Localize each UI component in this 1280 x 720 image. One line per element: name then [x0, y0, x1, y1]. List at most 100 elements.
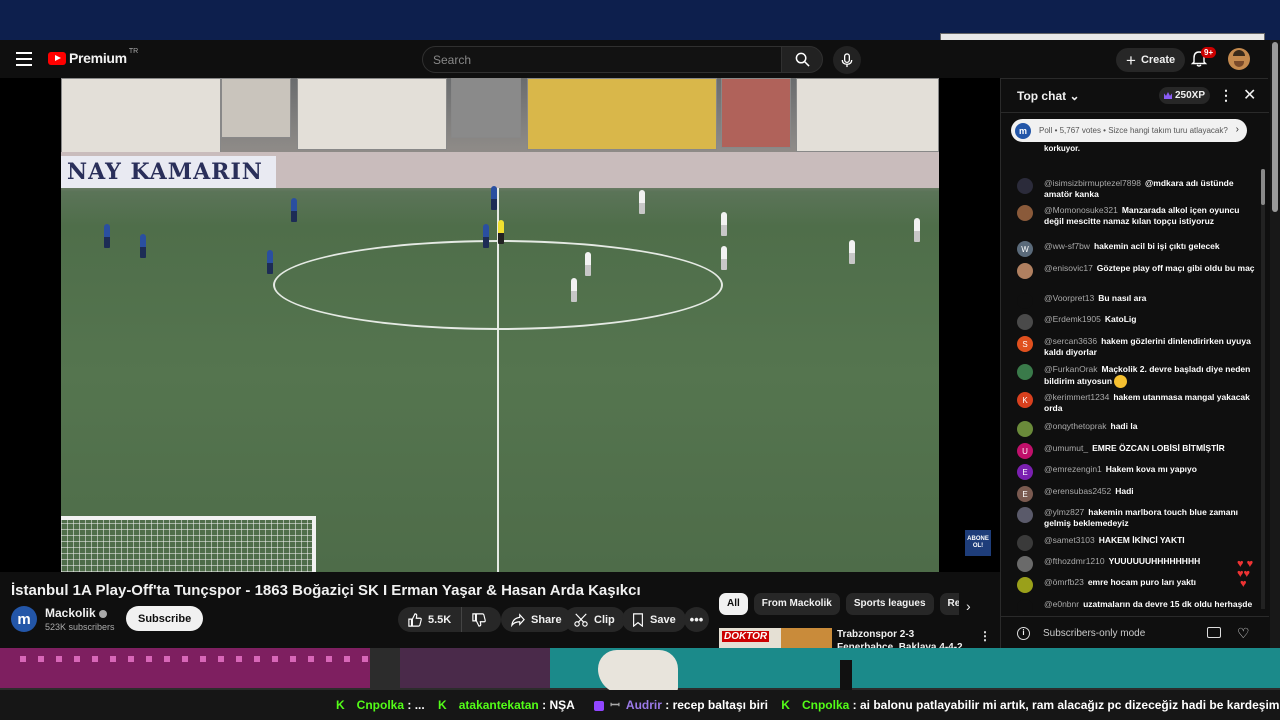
super-chat-icon[interactable] [1207, 627, 1221, 638]
chat-message: @Erdemk1905 KatoLig [1017, 314, 1257, 330]
chat-message: E @emrezengin1 Hakem kova mı yapıyo [1017, 464, 1257, 480]
clip-button[interactable]: Clip [564, 607, 625, 632]
recommended-title[interactable]: Trabzonspor 2-3 Fenerbahçe, Baklava 4-4-… [837, 628, 967, 650]
clip-label: Clip [594, 613, 615, 626]
like-button[interactable]: 5.5K [398, 607, 463, 632]
chat-menu-icon[interactable]: ⋮ [1219, 87, 1233, 104]
chat-author-avatar[interactable] [1017, 556, 1033, 572]
chat-author-avatar[interactable] [1017, 178, 1033, 194]
chat-author-avatar[interactable] [1017, 263, 1033, 279]
chat-author-avatar[interactable] [1017, 421, 1033, 437]
chat-author-avatar[interactable] [1017, 535, 1033, 551]
player-figure [267, 250, 273, 274]
xp-badge[interactable]: 250XP [1159, 87, 1211, 104]
like-dislike-group: 5.5K [398, 607, 501, 632]
ticker-author: atakantekatan [458, 698, 539, 712]
chat-mode-dropdown[interactable]: Top chat ⌄ [1017, 89, 1080, 103]
chat-author-avatar[interactable]: K [1017, 392, 1033, 408]
chat-author[interactable]: @e0nbnr [1044, 599, 1079, 609]
scissors-icon [574, 612, 588, 627]
chat-message: @FurkanOrak Maçkolik 2. devre başladı diy… [1017, 364, 1257, 388]
channel-avatar[interactable]: m [11, 606, 37, 632]
share-button[interactable]: Share [501, 607, 572, 632]
chat-author[interactable]: @Erdemk1905 [1044, 314, 1101, 324]
chat-message: @isimsizbirmuptezel7898 @mdkara adı üstün… [1017, 178, 1257, 200]
player-figure [585, 252, 591, 276]
chip-related[interactable]: Relate [939, 593, 959, 615]
chat-author-avatar[interactable] [1017, 205, 1033, 221]
channel-name-row[interactable]: Mackolik [45, 606, 107, 620]
chat-author[interactable]: @Voorpret13 [1044, 293, 1094, 303]
chat-author-avatar[interactable] [1017, 507, 1033, 523]
more-actions-button[interactable]: ••• [684, 607, 709, 632]
ticker-text: NŞA [549, 698, 575, 712]
recommended-thumbnail[interactable]: DOKTOR [719, 628, 832, 650]
chat-author[interactable]: @onqythetoprak [1044, 421, 1107, 431]
chat-text: Bu nasıl ara [1098, 293, 1147, 303]
chat-author-avatar[interactable] [1017, 293, 1033, 309]
player-figure [721, 212, 727, 236]
chat-author-avatar[interactable] [1017, 314, 1033, 330]
chat-message: E @erensubas2452 Hadi [1017, 486, 1257, 502]
chat-author-avatar[interactable]: E [1017, 464, 1033, 480]
building [221, 78, 291, 138]
country-code: TR [128, 47, 139, 55]
video-player[interactable]: NAY KAMARIN ABONE OL! [0, 78, 1000, 572]
subscribe-overlay-badge[interactable]: ABONE OL! [965, 530, 991, 556]
chat-author[interactable]: @isimsizbirmuptezel7898 [1044, 178, 1141, 188]
chip-sports-leagues[interactable]: Sports leagues [845, 593, 934, 615]
voice-search-button[interactable] [833, 46, 861, 74]
twitch-icon [594, 700, 605, 711]
chat-author-avatar[interactable]: S [1017, 336, 1033, 352]
chat-author-avatar[interactable] [1017, 599, 1033, 615]
player-figure [104, 224, 110, 248]
chat-author[interactable]: @Momonosuke321 [1044, 205, 1118, 215]
chip-all[interactable]: All [719, 593, 748, 615]
chat-author[interactable]: @ömrfb23 [1044, 577, 1084, 587]
recommendation-menu-icon[interactable]: ⋮ [979, 629, 991, 643]
heart-icon[interactable]: ♡ [1237, 625, 1250, 642]
ticker-text: recep baltaşı biri [672, 698, 768, 712]
related-chips: AllFrom MackolikSports leaguesRelate [719, 593, 959, 617]
dislike-button[interactable] [462, 607, 502, 632]
chat-author[interactable]: @emrezengin1 [1044, 464, 1102, 474]
chip-from-channel[interactable]: From Mackolik [753, 593, 840, 615]
chat-author-avatar[interactable]: E [1017, 486, 1033, 502]
menu-icon[interactable] [16, 52, 32, 66]
chat-author-avatar[interactable]: U [1017, 443, 1033, 459]
account-avatar[interactable] [1228, 48, 1250, 70]
player-figure [849, 240, 855, 264]
chat-author[interactable]: @erensubas2452 [1044, 486, 1111, 496]
chat-author[interactable]: @umumut_ [1044, 443, 1088, 453]
chat-author[interactable]: @kerimmert1234 [1044, 392, 1109, 402]
channel-name[interactable]: Mackolik [45, 606, 96, 620]
chat-scrollbar[interactable] [1261, 169, 1265, 609]
chat-author-avatar[interactable] [1017, 364, 1033, 380]
poll-banner[interactable]: m Poll • 5,767 votes • Sizce hangi takım… [1011, 119, 1247, 142]
chat-author-avatar[interactable] [1017, 577, 1033, 593]
save-button[interactable]: Save [622, 607, 686, 632]
create-button[interactable]: + Create [1116, 48, 1186, 72]
chat-author[interactable]: @samet3103 [1044, 535, 1095, 545]
chat-author[interactable]: @ww-sf7bw [1044, 241, 1090, 251]
reaction-hearts-icon: ♥ ♥ ♥♥ ♥ [1237, 558, 1254, 590]
chevron-right-icon[interactable]: › [966, 598, 971, 614]
search-input[interactable] [423, 47, 781, 72]
info-icon[interactable]: i [1017, 627, 1030, 640]
youtube-logo[interactable]: Premium TR [48, 47, 139, 66]
ticker-author: Cnpolka [356, 698, 405, 712]
chat-text: HAKEM İKİNCİ YAKTI [1098, 535, 1185, 545]
chat-author[interactable]: @sercan3636 [1044, 336, 1097, 346]
close-icon[interactable]: ✕ [1243, 85, 1256, 105]
notification-badge: 9+ [1201, 47, 1217, 58]
overlay-block [400, 648, 550, 688]
search-button[interactable] [781, 46, 823, 73]
page-scrollbar[interactable] [1270, 40, 1280, 648]
chat-author[interactable]: @FurkanOrak [1044, 364, 1098, 374]
subscribe-button[interactable]: Subscribe [126, 606, 204, 631]
chat-author-avatar[interactable]: W [1017, 241, 1033, 257]
chat-author[interactable]: @enisovic17 [1044, 263, 1093, 273]
chat-author[interactable]: @fthozdmr1210 [1044, 556, 1105, 566]
chat-author[interactable]: @ylmz827 [1044, 507, 1084, 517]
notifications-button[interactable]: 9+ [1190, 47, 1217, 70]
